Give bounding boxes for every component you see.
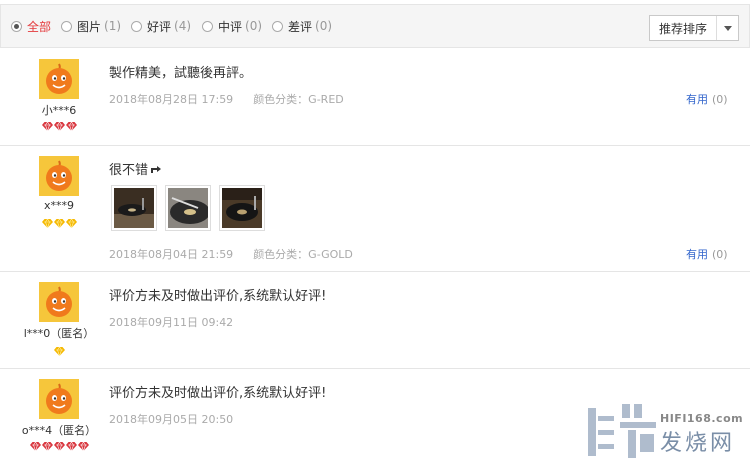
filter-positive[interactable]: 好评 (4) [131, 18, 191, 34]
red-diamond-icon [53, 122, 65, 131]
review-content: 製作精美，試聽後再評。 [109, 66, 253, 81]
filter-all-label: 全部 [27, 19, 52, 34]
avatar[interactable] [39, 379, 79, 419]
filter-positive-label: 好评 [147, 19, 172, 34]
username: 小***6 [41, 104, 77, 117]
review-spec: 颜色分类：G-GOLD [253, 248, 353, 261]
avatar[interactable] [39, 156, 79, 196]
gold-diamond-icon [53, 347, 65, 356]
chevron-down-icon[interactable] [716, 16, 738, 40]
gold-diamond-icon [41, 219, 53, 228]
filter-neutral[interactable]: 中评 (0) [202, 18, 262, 34]
filter-positive-radio[interactable] [131, 20, 142, 32]
review-photo-thumbnail[interactable] [165, 185, 211, 231]
review-spec: 颜色分类：G-RED [253, 93, 344, 106]
review-content: 评价方未及时做出评价,系统默认好评! [109, 386, 327, 401]
useful-count: (0) [712, 248, 728, 261]
review-content: 评价方未及时做出评价,系统默认好评! [109, 289, 327, 304]
review-date: 2018年09月05日 20:50 [109, 413, 234, 426]
filter-neutral-count: (0) [245, 19, 263, 33]
review-meta: 2018年09月05日 20:50 [109, 411, 233, 427]
sort-label: 推荐排序 [658, 21, 707, 36]
gold-diamond-icon [65, 219, 77, 228]
review-content-row: 很不错 [109, 159, 162, 178]
useful-count: (0) [712, 93, 728, 106]
username: o***4（匿名） [21, 424, 97, 437]
member-level-badges [0, 347, 118, 356]
red-diamond-icon [77, 442, 89, 451]
filter-positive-count: (4) [174, 19, 192, 33]
red-diamond-icon [65, 122, 77, 131]
sort-dropdown[interactable]: 推荐排序 [649, 15, 739, 41]
red-diamond-icon [65, 442, 77, 451]
review-date: 2018年09月11日 09:42 [109, 316, 234, 329]
watermark-text: 发烧网 [660, 431, 736, 456]
red-diamond-icon [41, 122, 53, 131]
gold-diamond-icon [53, 219, 65, 228]
avatar[interactable] [39, 59, 79, 99]
member-level-badges [0, 122, 118, 131]
review-item: 小***6 製作精美，試聽後再評。 2018年08月28日 17:59 颜色分类：… [0, 49, 750, 146]
red-diamond-icon [29, 442, 41, 451]
review-content: 很不错 [109, 163, 149, 178]
review-photo-thumbnail[interactable] [111, 185, 157, 231]
member-level-badges [0, 442, 118, 451]
username: x***9 [43, 199, 74, 212]
member-level-badges [0, 219, 118, 228]
review-item: l***0（匿名） 评价方未及时做出评价,系统默认好评! 2018年09月11日… [0, 272, 750, 369]
filter-all-radio[interactable] [11, 20, 22, 32]
review-meta: 2018年08月28日 17:59 颜色分类：G-RED [109, 91, 344, 107]
filter-negative-count: (0) [315, 19, 333, 33]
useful-label[interactable]: 有用 [686, 93, 708, 106]
useful-button[interactable]: 有用 (0) [686, 246, 728, 262]
filter-photos-label: 图片 [77, 19, 102, 34]
watermark-site: HIFI168.com [660, 412, 744, 425]
filter-negative-label: 差评 [288, 19, 313, 34]
red-diamond-icon [41, 442, 53, 451]
username: l***0（匿名） [23, 327, 95, 340]
filter-photos-radio[interactable] [61, 20, 72, 32]
filter-photos[interactable]: 图片 (1) [61, 18, 121, 34]
useful-label[interactable]: 有用 [686, 248, 708, 261]
review-item: x***9 很不错 2018年08月04日 21:59 颜色分类：G-GOLD … [0, 146, 750, 272]
filter-neutral-radio[interactable] [202, 20, 213, 32]
filter-negative-radio[interactable] [272, 20, 283, 32]
red-diamond-icon [53, 442, 65, 451]
filter-photos-count: (1) [104, 19, 122, 33]
review-photos [111, 185, 265, 231]
pointing-hand-icon [151, 165, 162, 173]
review-photo-thumbnail[interactable] [219, 185, 265, 231]
review-date: 2018年08月28日 17:59 [109, 93, 234, 106]
filter-all[interactable]: 全部 [11, 18, 51, 34]
review-filter-bar: 全部 图片 (1) 好评 (4) 中评 (0) 差评 (0) 推荐排序 [0, 4, 750, 48]
review-meta: 2018年08月04日 21:59 颜色分类：G-GOLD [109, 246, 353, 262]
useful-button[interactable]: 有用 (0) [686, 91, 728, 107]
review-date: 2018年08月04日 21:59 [109, 248, 234, 261]
avatar[interactable] [39, 282, 79, 322]
filter-neutral-label: 中评 [218, 19, 243, 34]
filter-negative[interactable]: 差评 (0) [272, 18, 332, 34]
review-meta: 2018年09月11日 09:42 [109, 314, 233, 330]
